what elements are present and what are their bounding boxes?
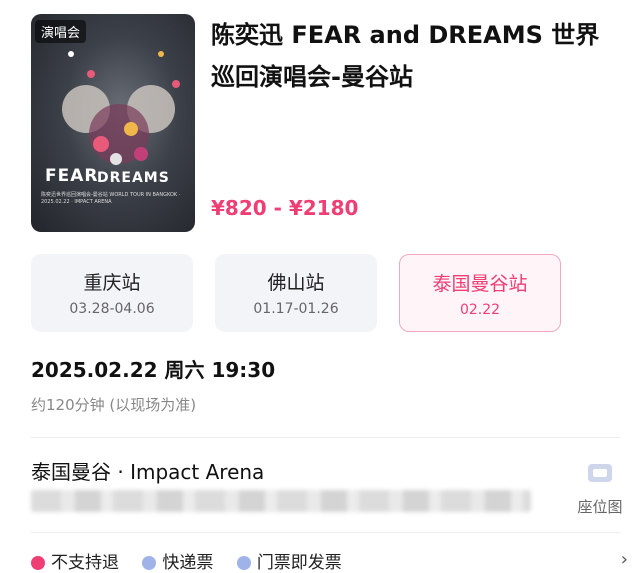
event-duration: 约120分钟 (以现场为准) [31, 396, 197, 414]
check-dot-icon [236, 556, 251, 570]
station-option-foshan[interactable]: 佛山站 01.17-01.26 [215, 254, 377, 332]
station-dates: 03.28-04.06 [69, 301, 155, 317]
station-name: 泰国曼谷站 [432, 273, 528, 295]
venue-name: 泰国曼谷 · Impact Arena [31, 460, 265, 484]
event-datetime: 2025.02.22 周六 19:30 [31, 358, 276, 382]
price-range: ¥820 - ¥2180 [211, 196, 359, 220]
divider [31, 532, 620, 533]
poster-title-dreams: DREAMS [97, 170, 170, 186]
station-option-bangkok[interactable]: 泰国曼谷站 02.22 [399, 254, 561, 332]
seat-map-icon [588, 464, 612, 482]
chevron-right-icon[interactable]: › [621, 549, 628, 570]
policy-label: 快递票 [162, 553, 214, 573]
policy-express-ticket: 快递票 [142, 548, 213, 573]
seat-map-label: 座位图 [577, 498, 623, 516]
station-name: 佛山站 [267, 272, 325, 294]
station-dates: 01.17-01.26 [253, 301, 339, 317]
category-badge: 演唱会 [35, 20, 87, 43]
venue-address-redacted [31, 490, 531, 512]
station-name: 重庆站 [83, 272, 141, 294]
policy-label: 门票即发票 [256, 553, 342, 573]
seat-map-button[interactable]: 座位图 [572, 460, 628, 517]
check-dot-icon [142, 556, 157, 570]
ticket-policy-row[interactable]: 不支持退 快递票 门票即发票 [31, 548, 620, 573]
event-poster[interactable]: 演唱会 FEAR DREAMS 陈奕迅世界巡回演唱会-曼谷站 WORLD TOU… [31, 14, 195, 232]
poster-title-fear: FEAR [45, 166, 99, 186]
poster-subtitle: 陈奕迅世界巡回演唱会-曼谷站 WORLD TOUR IN BANGKOK · 2… [41, 192, 181, 205]
event-title: 陈奕迅 FEAR and DREAMS 世界巡回演唱会-曼谷站 [211, 21, 600, 91]
warning-dot-icon [31, 556, 45, 570]
policy-ticket-invoice: 门票即发票 [236, 548, 342, 573]
policy-no-refund: 不支持退 [31, 548, 119, 573]
divider [31, 437, 620, 438]
policy-label: 不支持退 [51, 553, 119, 573]
station-option-chongqing[interactable]: 重庆站 03.28-04.06 [31, 254, 193, 332]
station-dates: 02.22 [459, 302, 501, 318]
